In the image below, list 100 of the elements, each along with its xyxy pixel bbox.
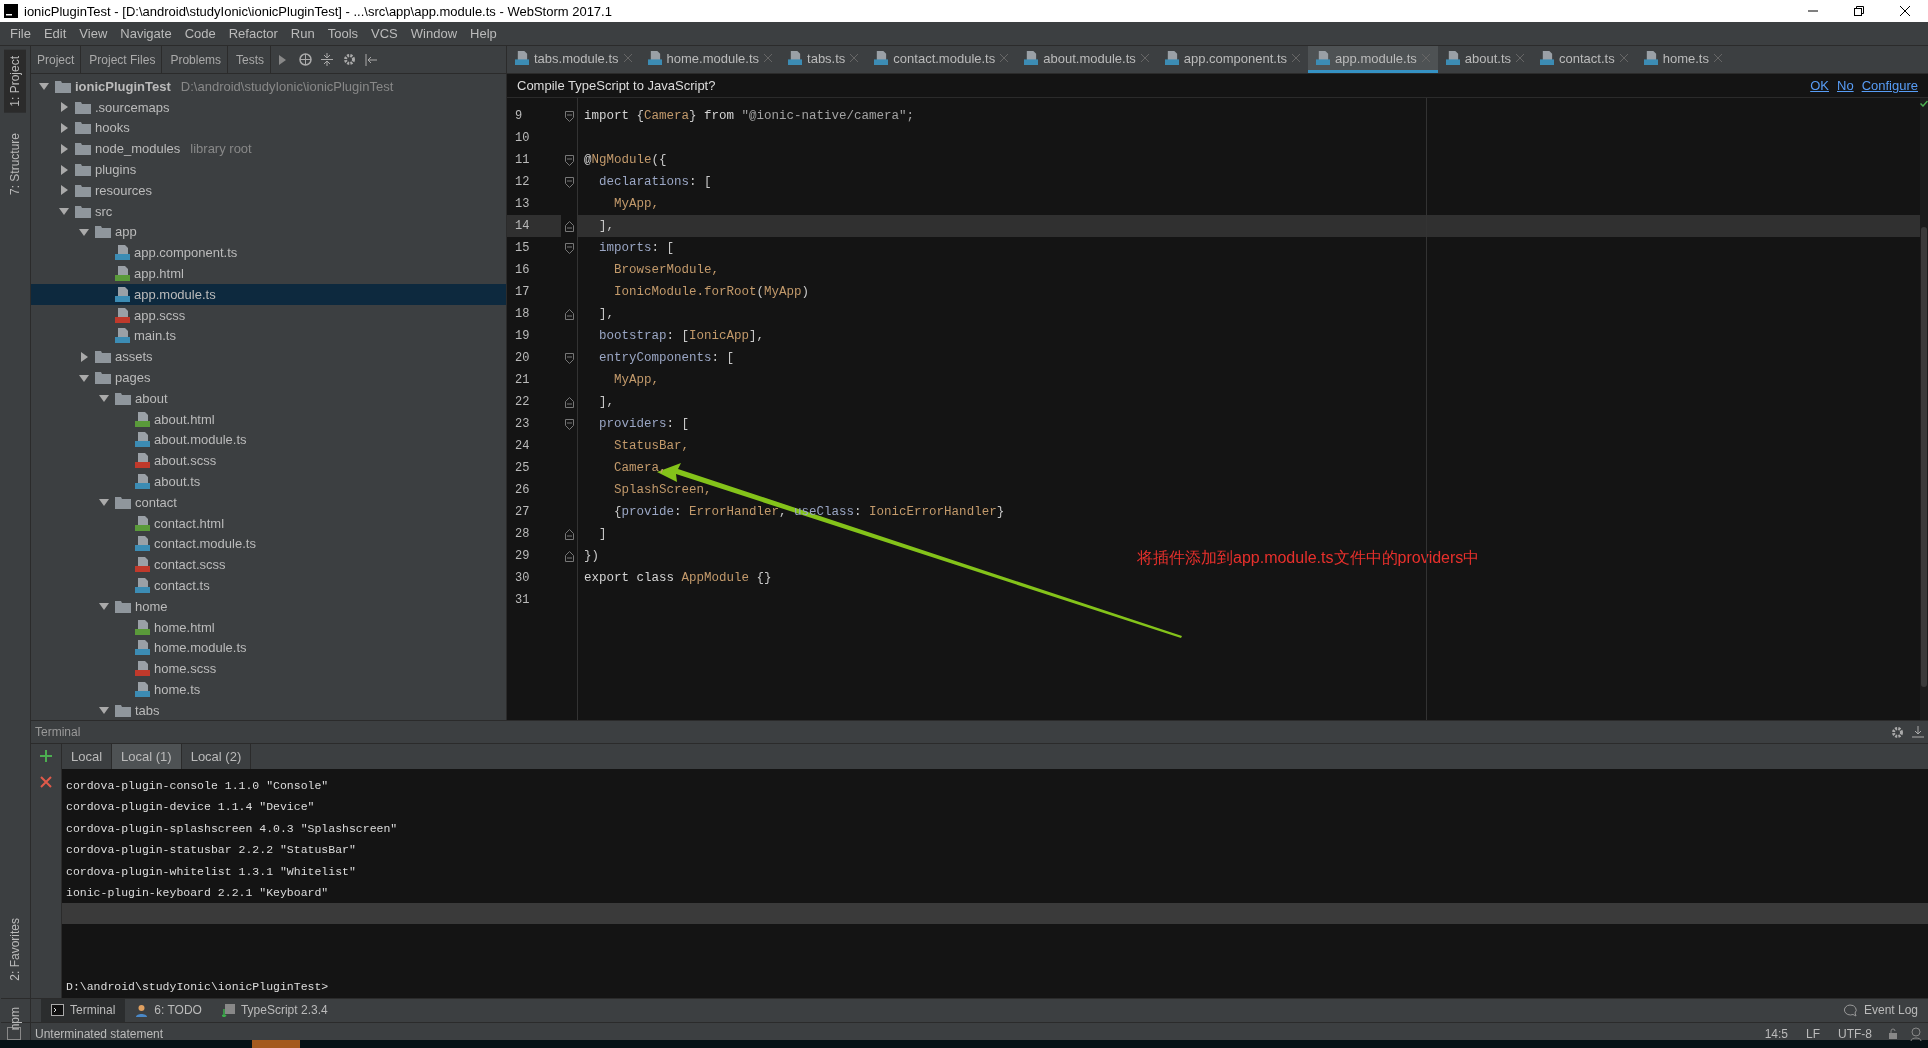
settings-icon[interactable] (1891, 725, 1904, 739)
editor-tab[interactable]: about.ts (1437, 46, 1533, 73)
tree-item[interactable]: about.scss (31, 450, 506, 472)
menu-item[interactable]: VCS (371, 26, 398, 41)
collapse-arrow-icon[interactable] (59, 164, 69, 175)
tree-item[interactable]: contact.html (31, 512, 506, 534)
editor-tab[interactable]: contact.ts (1532, 46, 1636, 73)
session-tab[interactable]: Local (1) (112, 744, 182, 769)
menu-item[interactable]: Help (470, 26, 497, 41)
tree-item[interactable]: pages (31, 367, 506, 388)
expand-arrow-icon[interactable] (59, 206, 69, 217)
tree-item[interactable]: assets (31, 346, 506, 368)
close-icon[interactable] (40, 776, 52, 788)
menu-item[interactable]: Tools (327, 26, 359, 41)
view-tab[interactable]: Tests (230, 46, 272, 73)
inspector-icon[interactable] (1910, 1026, 1922, 1041)
collapse-arrow-icon[interactable] (59, 102, 69, 113)
tree-item[interactable]: contact (31, 491, 506, 513)
tree-item[interactable]: home.module.ts (31, 637, 506, 659)
fold-marker-icon[interactable] (564, 242, 574, 254)
tool-window-tab[interactable]: 6: TODO (125, 998, 212, 1022)
collapse-arrow-icon[interactable] (79, 351, 89, 362)
line-separator[interactable]: LF (1806, 1026, 1820, 1041)
fold-marker-icon[interactable] (564, 550, 574, 562)
target-icon[interactable] (298, 53, 312, 66)
lock-icon[interactable] (1888, 1028, 1898, 1040)
collapse-icon[interactable] (321, 53, 334, 66)
expand-arrow-icon[interactable] (99, 705, 109, 716)
add-icon[interactable] (40, 750, 52, 762)
tree-item[interactable]: resources (31, 180, 506, 201)
tree-item[interactable]: about.ts (31, 471, 506, 492)
notification-link[interactable]: Configure (1861, 78, 1918, 93)
encoding[interactable]: UTF-8 (1838, 1026, 1872, 1041)
collapse-arrow-icon[interactable] (59, 143, 69, 154)
tool-window-tab[interactable]: 7: Structure (4, 126, 26, 201)
menu-item[interactable]: File (10, 26, 31, 41)
tree-item[interactable]: node_modules library root (31, 138, 506, 160)
expand-arrow-icon[interactable] (99, 497, 109, 508)
fold-marker-icon[interactable] (564, 308, 574, 320)
fold-marker-icon[interactable] (564, 176, 574, 188)
tree-item[interactable]: home.ts (31, 679, 506, 700)
tree-item[interactable]: .sourcemaps (31, 96, 506, 118)
tree-item[interactable]: about.html (31, 408, 506, 430)
tree-item[interactable]: contact.ts (31, 575, 506, 596)
expand-arrow-icon[interactable] (99, 601, 109, 612)
collapse-arrow-icon[interactable] (59, 185, 69, 196)
fold-marker-icon[interactable] (564, 352, 574, 364)
editor-tab[interactable]: home.module.ts (639, 46, 781, 73)
settings-icon[interactable] (342, 53, 356, 66)
tree-item[interactable]: main.ts (31, 325, 506, 347)
editor-tab[interactable]: app.module.ts (1308, 46, 1438, 73)
menu-item[interactable]: View (79, 26, 108, 41)
menu-item[interactable]: Code (184, 26, 216, 41)
hide-icon[interactable] (1912, 725, 1924, 738)
view-tab[interactable]: Project Files (83, 46, 163, 73)
tree-item[interactable]: tabs (31, 699, 506, 720)
fold-marker-icon[interactable] (564, 220, 574, 232)
caret-position[interactable]: 14:5 (1764, 1026, 1788, 1041)
expand-arrow-icon[interactable] (39, 81, 49, 92)
tree-item[interactable]: hooks (31, 117, 506, 139)
tree-item[interactable]: contact.module.ts (31, 533, 506, 555)
view-tab[interactable]: Project (31, 46, 82, 73)
tree-item[interactable]: app.module.ts (31, 283, 506, 305)
collapse-arrow-icon[interactable] (59, 123, 69, 133)
tool-window-tab[interactable]: 1: Project (4, 50, 26, 113)
fold-marker-icon[interactable] (564, 528, 574, 540)
notification-link[interactable]: OK (1810, 78, 1829, 93)
fold-marker-icon[interactable] (564, 418, 574, 430)
expand-arrow-icon[interactable] (79, 372, 89, 383)
tool-window-tab[interactable]: npm (4, 1000, 26, 1036)
event-log-button[interactable]: Event Log (1832, 998, 1928, 1022)
tree-item[interactable]: app.component.ts (31, 242, 506, 264)
menu-item[interactable]: Navigate (120, 26, 172, 41)
editor-tab[interactable]: contact.module.ts (866, 46, 1017, 73)
play-icon[interactable] (279, 54, 288, 65)
tree-item[interactable]: home (31, 595, 506, 617)
editor-tab[interactable]: tabs.module.ts (507, 46, 640, 73)
tool-window-tab[interactable]: TypeScript 2.3.4 (211, 998, 338, 1022)
editor-tab[interactable]: about.module.ts (1016, 46, 1157, 73)
tree-item[interactable]: app.scss (31, 304, 506, 326)
expand-arrow-icon[interactable] (79, 226, 89, 237)
tool-window-tab[interactable]: 2: Favorites (4, 911, 26, 987)
fold-marker-icon[interactable] (564, 396, 574, 408)
editor-tab[interactable]: app.component.ts (1156, 46, 1309, 73)
tree-item[interactable]: contact.scss (31, 554, 506, 576)
tree-item[interactable]: src (31, 200, 506, 222)
view-tab[interactable]: Problems (164, 46, 229, 73)
tree-item[interactable]: app (31, 221, 506, 243)
menu-item[interactable]: Window (410, 26, 458, 41)
scrollbar-thumb[interactable] (1921, 227, 1927, 687)
tree-item[interactable]: app.html (31, 263, 506, 284)
menu-item[interactable]: Refactor (228, 26, 278, 41)
menu-item[interactable]: Edit (43, 26, 67, 41)
fold-marker-icon[interactable] (564, 110, 574, 122)
menu-item[interactable]: Run (290, 26, 315, 41)
tool-window-tab[interactable]: Terminal (41, 998, 126, 1022)
fold-marker-icon[interactable] (564, 154, 574, 166)
tree-item[interactable]: ionicPluginTest D:\android\studyIonic\ionicPluginTest (31, 76, 506, 97)
tree-item[interactable]: plugins (31, 159, 506, 180)
tree-item[interactable]: about (31, 387, 506, 409)
